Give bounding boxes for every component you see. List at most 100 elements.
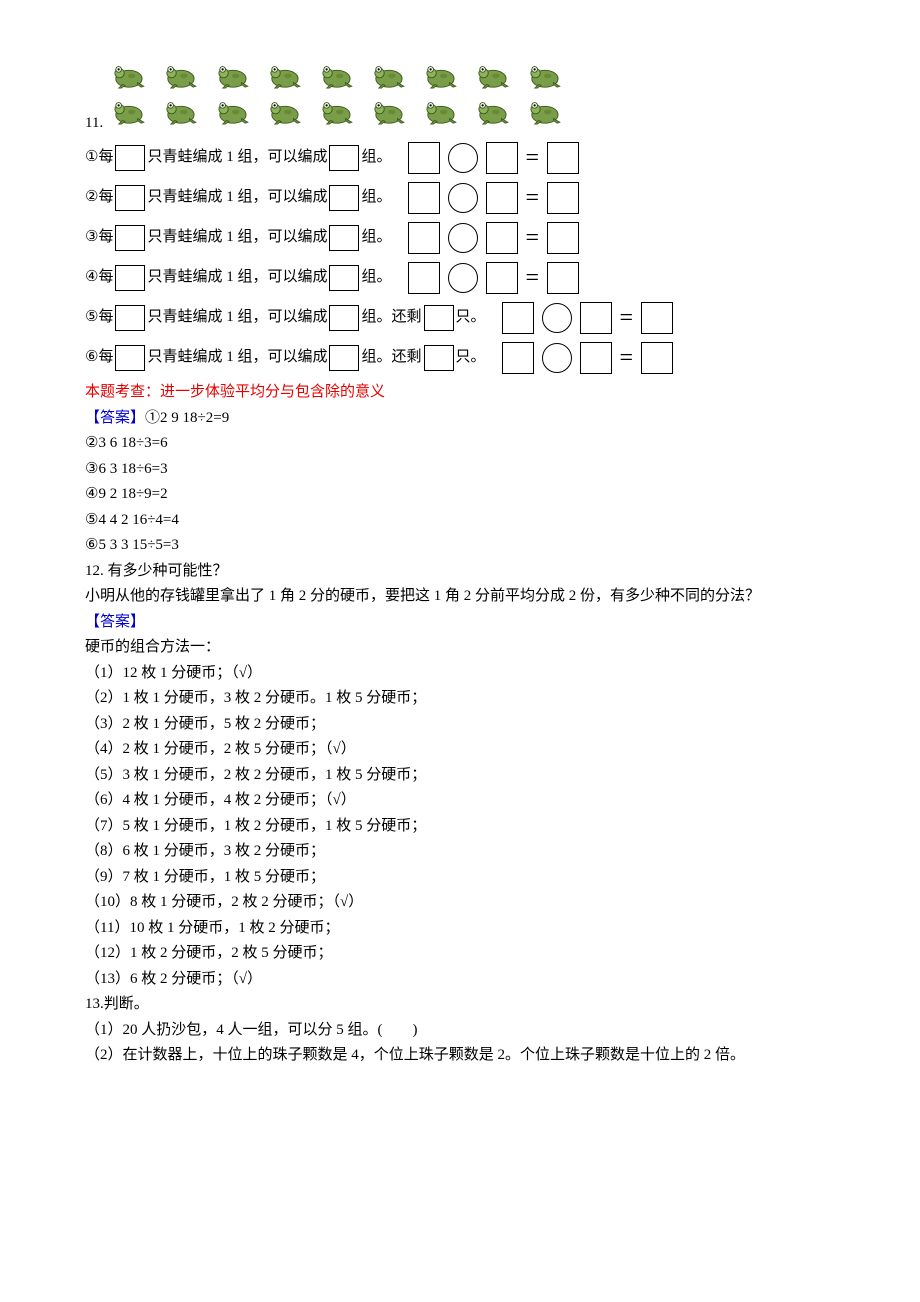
frog-icon [213, 96, 251, 126]
answer-text: ①2 9 18÷2=9 [145, 410, 229, 426]
equation-box[interactable] [486, 222, 518, 254]
equation-circle[interactable] [542, 343, 572, 373]
frog-icon [265, 96, 303, 126]
line-index: ③ [85, 225, 98, 251]
q11-fill-line: ④ 每 只青蛙编成 1 组，可以编成 组。 = [85, 260, 835, 296]
equation-box[interactable] [486, 142, 518, 174]
blank-box[interactable] [424, 305, 454, 331]
blank-box[interactable] [329, 265, 359, 291]
equation-box[interactable] [547, 222, 579, 254]
equation-box[interactable] [547, 182, 579, 214]
blank-box[interactable] [115, 265, 145, 291]
text: 每 [98, 305, 113, 331]
frog-icon [525, 60, 563, 90]
text: 只。 [456, 345, 486, 371]
text: 只青蛙编成 1 组，可以编成 [147, 305, 327, 331]
q12-item: （11）10 枚 1 分硬币，1 枚 2 分硬币； [85, 916, 835, 942]
equation-circle[interactable] [448, 223, 478, 253]
text: 每 [98, 185, 113, 211]
equation-box[interactable] [408, 262, 440, 294]
frog-icon [473, 96, 511, 126]
equals-sign: = [526, 226, 540, 250]
q12-number: 12. [85, 563, 108, 579]
frog-icon [421, 96, 459, 126]
q12-item: （9）7 枚 1 分硬币，1 枚 5 分硬币； [85, 865, 835, 891]
text: 组。还剩 [361, 305, 421, 331]
frog-row [109, 60, 563, 90]
equation-box[interactable] [408, 182, 440, 214]
blank-box[interactable] [329, 345, 359, 371]
equation-circle[interactable] [542, 303, 572, 333]
equals-sign: = [620, 306, 634, 330]
q11-answer-line-first: 【答案】①2 9 18÷2=9 [85, 406, 835, 432]
equation-box[interactable] [547, 262, 579, 294]
blank-box[interactable] [115, 305, 145, 331]
text: 组。 [361, 265, 391, 291]
frog-row [109, 96, 563, 126]
q11-answer-line: ⑤4 4 2 16÷4=4 [85, 508, 835, 534]
equation-circle[interactable] [448, 183, 478, 213]
equation-box[interactable] [502, 342, 534, 374]
answer-label: 【答案】 [85, 610, 835, 636]
blank-box[interactable] [329, 305, 359, 331]
q12-item: （6）4 枚 1 分硬币，4 枚 2 分硬币；（√） [85, 788, 835, 814]
text: 组。 [361, 225, 391, 251]
equation-circle[interactable] [448, 143, 478, 173]
q12-item: （8）6 枚 1 分硬币，3 枚 2 分硬币； [85, 839, 835, 865]
frog-icon [109, 60, 147, 90]
equals-sign: = [526, 146, 540, 170]
blank-box[interactable] [329, 145, 359, 171]
equation-box[interactable] [502, 302, 534, 334]
frog-icon [421, 60, 459, 90]
equation-box[interactable] [580, 302, 612, 334]
blank-box[interactable] [115, 225, 145, 251]
q12-item: （12）1 枚 2 分硬币，2 枚 5 分硬币； [85, 941, 835, 967]
text: 只青蛙编成 1 组，可以编成 [147, 145, 327, 171]
q11-fill-line: ① 每 只青蛙编成 1 组，可以编成 组。 = [85, 140, 835, 176]
blank-box[interactable] [115, 185, 145, 211]
q11-fill-line: ② 每 只青蛙编成 1 组，可以编成 组。 = [85, 180, 835, 216]
q12-item: （5）3 枚 1 分硬币，2 枚 2 分硬币，1 枚 5 分硬币； [85, 763, 835, 789]
equation-box[interactable] [580, 342, 612, 374]
text: 每 [98, 345, 113, 371]
q12-item: （4）2 枚 1 分硬币，2 枚 5 分硬币；（√） [85, 737, 835, 763]
equation-box[interactable] [547, 142, 579, 174]
frog-icon [317, 96, 355, 126]
blank-box[interactable] [115, 145, 145, 171]
line-index: ② [85, 185, 98, 211]
equation-box[interactable] [486, 262, 518, 294]
text: 只青蛙编成 1 组，可以编成 [147, 345, 327, 371]
frog-icon [369, 60, 407, 90]
equation-box[interactable] [408, 222, 440, 254]
equation-box[interactable] [408, 142, 440, 174]
equation-circle[interactable] [448, 263, 478, 293]
blank-box[interactable] [329, 185, 359, 211]
q11-number: 11. [85, 111, 103, 137]
blank-box[interactable] [424, 345, 454, 371]
equals-sign: = [526, 186, 540, 210]
frog-icon [473, 60, 511, 90]
text: 组。 [361, 145, 391, 171]
q11-answer-line: ④9 2 18÷9=2 [85, 482, 835, 508]
line-index: ④ [85, 265, 98, 291]
text: 只青蛙编成 1 组，可以编成 [147, 185, 327, 211]
equation-box[interactable] [641, 302, 673, 334]
line-index: ① [85, 145, 98, 171]
q13-item: （2）在计数器上，十位上的珠子颗数是 4，个位上珠子颗数是 2。个位上珠子颗数是… [85, 1043, 835, 1069]
q11-answer-line: ②3 6 18÷3=6 [85, 431, 835, 457]
frog-icon [213, 60, 251, 90]
frog-icon [109, 96, 147, 126]
equation-box[interactable] [641, 342, 673, 374]
text: 每 [98, 225, 113, 251]
q13-title: 13.判断。 [85, 992, 835, 1018]
blank-box[interactable] [329, 225, 359, 251]
line-index: ⑥ [85, 345, 98, 371]
frog-icon [317, 60, 355, 90]
equation-box[interactable] [486, 182, 518, 214]
blank-box[interactable] [115, 345, 145, 371]
q13-title-text: 判断。 [104, 996, 149, 1012]
text: 只青蛙编成 1 组，可以编成 [147, 225, 327, 251]
q11-answer-line: ⑥5 3 3 15÷5=3 [85, 533, 835, 559]
text: 只青蛙编成 1 组，可以编成 [147, 265, 327, 291]
text: 组。还剩 [361, 345, 421, 371]
